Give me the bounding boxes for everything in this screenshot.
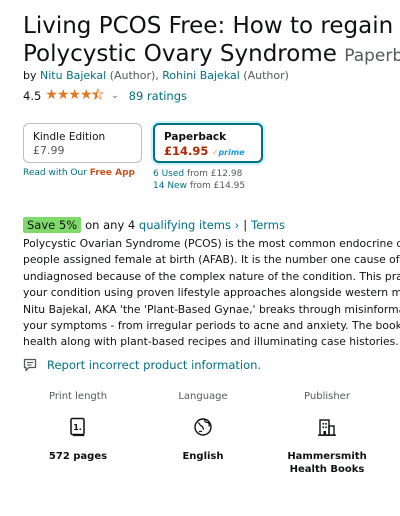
product-title-line-2: Polycystic Ovary Syndrome Paperback (23, 40, 400, 70)
feedback-icon (23, 358, 37, 372)
book-description: Polycystic Ovarian Syndrome (PCOS) is th… (23, 236, 400, 351)
promotion-separator: | (243, 218, 248, 232)
qualifying-items-link[interactable]: qualifying items › (139, 218, 239, 232)
detail-label: Publisher (304, 391, 350, 402)
format-label: Paperback (344, 46, 400, 66)
rating-value: 4.5 (23, 89, 42, 103)
free-app-label: Free App (89, 168, 135, 178)
description-line: Polycystic Ovarian Syndrome (PCOS) is th… (23, 237, 400, 250)
format-name: Kindle Edition (33, 131, 106, 143)
author-link-2[interactable]: Rohini Bajekal (162, 69, 240, 82)
format-price: £7.99 (33, 144, 65, 157)
byline: by Nitu Bajekal (Author), Rohini Bajekal… (23, 69, 289, 82)
author-role-2: (Author) (243, 69, 289, 82)
building-icon (272, 417, 382, 439)
description-line: undiagnosed because of the complex natur… (23, 269, 400, 283)
product-details-carousel: Print length 1. 572 pages Language Engli… (23, 390, 383, 480)
prime-icon: ✓prime (211, 148, 245, 157)
ratings-count-link[interactable]: 89 ratings (129, 89, 187, 103)
format-price: £14.95 (164, 144, 209, 158)
description-line: health along with plant-based recipes an… (23, 335, 399, 349)
format-price-row: £14.95 ✓prime (164, 144, 252, 160)
book-pages-icon: 1. (23, 417, 133, 439)
detail-value: English (182, 451, 224, 462)
report-info-link[interactable]: Report incorrect product information. (23, 358, 261, 372)
description-line: Nitu Bajekal, AKA 'the 'Plant-Based Gyna… (23, 302, 400, 316)
detail-publisher[interactable]: Publisher Hammersmith Health Books (272, 390, 382, 476)
byline-by: by (23, 69, 37, 82)
new-offers-link[interactable]: 14 New from £14.95 (153, 180, 245, 192)
author-role-1: (Author), (109, 69, 159, 82)
detail-print-length[interactable]: Print length 1. 572 pages (23, 390, 133, 463)
format-name: Paperback (164, 131, 227, 143)
product-page: Living PCOS Free: How to regain your Pol… (0, 0, 400, 516)
read-with-app-link[interactable]: Read with Our Free App (23, 168, 135, 178)
detail-label: Language (178, 391, 228, 402)
description-line: your condition using proven lifestyle ap… (23, 286, 400, 300)
product-title-line-2-text: Polycystic Ovary Syndrome (23, 41, 337, 67)
used-offers-link[interactable]: 6 Used from £12.98 (153, 168, 245, 180)
offers-list: 6 Used from £12.98 14 New from £14.95 (153, 168, 245, 192)
save-badge: Save 5% (23, 217, 82, 233)
rating-row: 4.5 ★★★★★ ⌄ 89 ratings (23, 87, 187, 104)
svg-text:1.: 1. (73, 423, 82, 432)
terms-link[interactable]: Terms (251, 218, 285, 232)
detail-value: Hammersmith Health Books (287, 451, 367, 475)
promotion-text: on any 4 (85, 218, 136, 232)
product-title: Living PCOS Free: How to regain your Pol… (23, 12, 400, 70)
description-line: your symptoms - from irregular periods t… (23, 319, 400, 333)
promotion-row: Save 5% on any 4 qualifying items › | Te… (23, 217, 285, 233)
format-option-kindle[interactable]: Kindle Edition £7.99 (23, 123, 142, 163)
star-rating-icon[interactable]: ★★★★★ (45, 87, 104, 104)
chevron-down-icon[interactable]: ⌄ (111, 91, 119, 101)
detail-language[interactable]: Language English (148, 390, 258, 463)
globe-icon (148, 417, 258, 439)
format-option-paperback[interactable]: Paperback £14.95 ✓prime (153, 123, 263, 163)
description-line: people assigned female at birth (AFAB). … (23, 253, 400, 267)
detail-value: 572 pages (48, 451, 108, 462)
detail-label: Print length (48, 391, 108, 402)
author-link-1[interactable]: Nitu Bajekal (40, 69, 106, 82)
product-title-line-1: Living PCOS Free: How to regain your (23, 13, 400, 39)
